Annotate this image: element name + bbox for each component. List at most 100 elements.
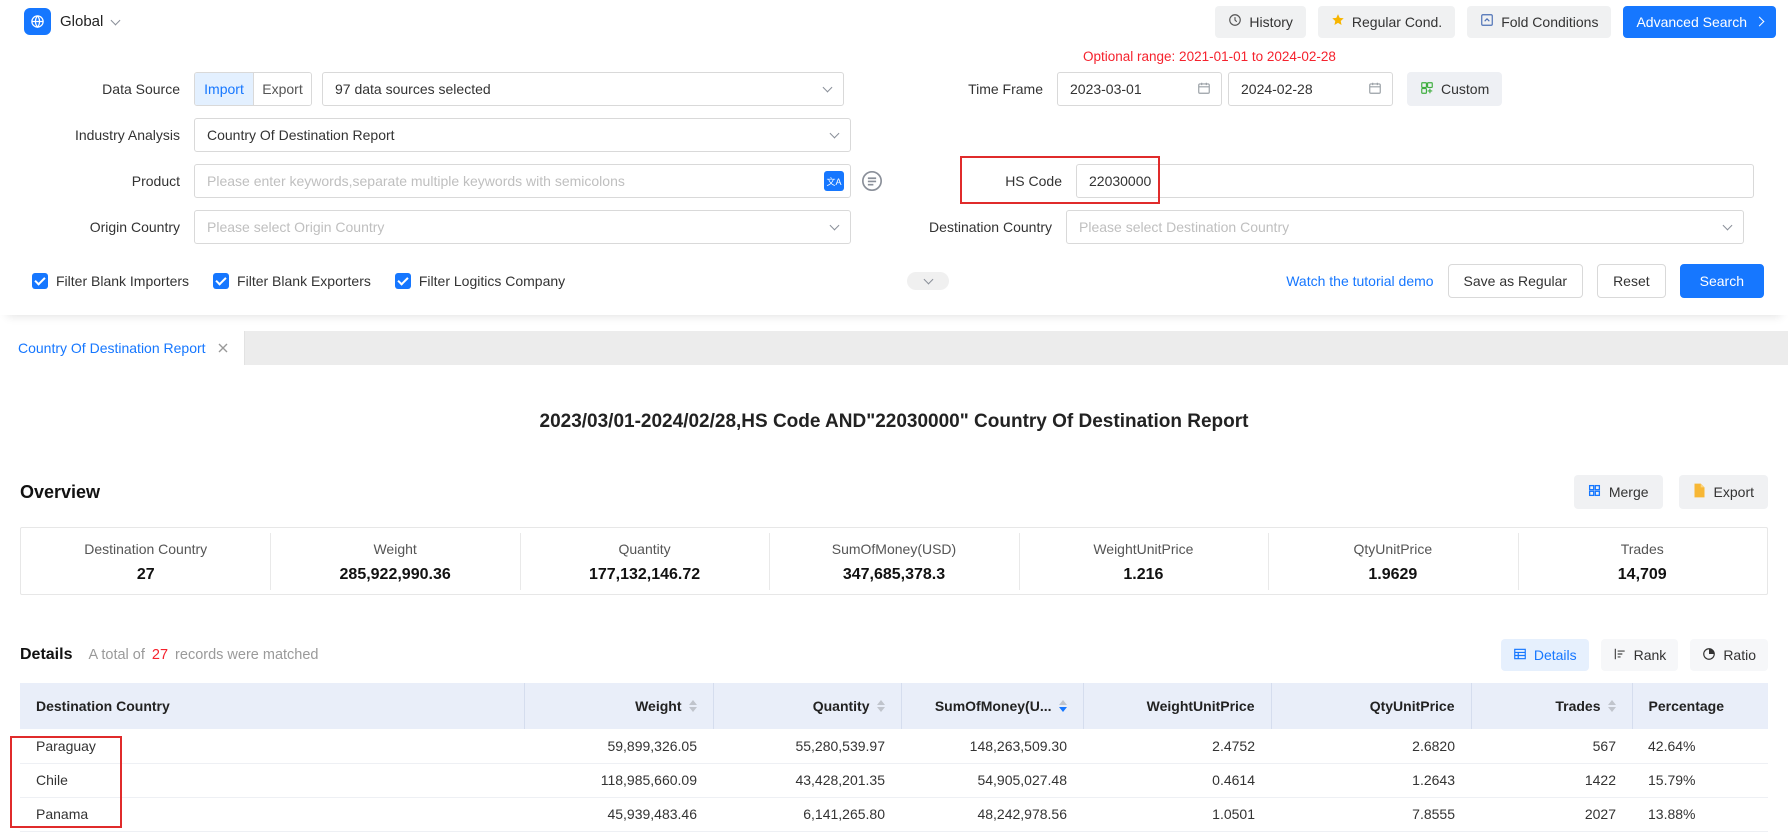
details-table: Destination Country Weight Quantity SumO… — [20, 683, 1768, 832]
filter-blank-exporters-checkbox[interactable]: Filter Blank Exporters — [213, 273, 371, 289]
app-logo-icon — [24, 8, 51, 35]
data-source-label: Data Source — [24, 81, 194, 97]
cell-sum-of-money: 54,905,027.48 — [901, 763, 1083, 797]
search-button[interactable]: Search — [1680, 264, 1764, 298]
save-as-regular-button[interactable]: Save as Regular — [1448, 264, 1584, 298]
stat-label: Trades — [1518, 541, 1767, 557]
total-suffix: records were matched — [175, 647, 318, 663]
close-icon[interactable] — [218, 343, 228, 353]
cell-weight: 59,899,326.05 — [524, 729, 713, 763]
col-weight-sortable[interactable]: Weight — [524, 683, 713, 729]
checkbox-checked-icon — [395, 273, 411, 289]
view-details-label: Details — [1534, 647, 1577, 663]
product-input[interactable] — [194, 164, 851, 198]
table-row[interactable]: Paraguay 59,899,326.05 55,280,539.97 148… — [20, 729, 1768, 763]
cell-quantity: 55,280,539.97 — [713, 729, 901, 763]
date-start-value: 2023-03-01 — [1070, 81, 1142, 97]
col-sum-of-money-sortable[interactable]: SumOfMoney(U... — [901, 683, 1083, 729]
fold-conditions-button[interactable]: Fold Conditions — [1467, 6, 1611, 38]
cell-country: Panama — [20, 797, 524, 831]
tab-country-of-destination-report[interactable]: Country Of Destination Report — [0, 331, 245, 365]
cell-sum-of-money: 48,242,978.56 — [901, 797, 1083, 831]
details-header: Details A total of27records were matched… — [20, 639, 1768, 671]
circled-menu-icon[interactable] — [861, 170, 883, 192]
topbar-actions: History Regular Cond. Fold Conditions Ad… — [1215, 6, 1776, 38]
filter-blank-exporters-label: Filter Blank Exporters — [237, 273, 371, 289]
report-title: 2023/03/01-2024/02/28,HS Code AND"220300… — [20, 411, 1768, 433]
date-start-input[interactable]: 2023-03-01 — [1057, 72, 1222, 106]
stat-value: 27 — [21, 566, 270, 584]
view-ratio-button[interactable]: Ratio — [1690, 639, 1768, 671]
star-icon — [1331, 13, 1345, 30]
cell-country: Paraguay — [20, 729, 524, 763]
fold-conditions-label: Fold Conditions — [1501, 14, 1598, 30]
date-end-input[interactable]: 2024-02-28 — [1228, 72, 1393, 106]
cell-weight: 118,985,660.09 — [524, 763, 713, 797]
stat-label: QtyUnitPrice — [1268, 541, 1517, 557]
time-frame-label: Time Frame — [844, 81, 1057, 97]
region-selector[interactable]: Global — [24, 8, 119, 35]
destination-country-select[interactable]: Please select Destination Country — [1066, 210, 1744, 244]
tab-label: Country Of Destination Report — [18, 340, 206, 356]
export-button[interactable]: Export — [1679, 475, 1768, 509]
total-count: 27 — [152, 647, 168, 663]
col-quantity-sortable[interactable]: Quantity — [713, 683, 901, 729]
translate-icon[interactable]: 文A — [824, 171, 844, 191]
col-destination-country: Destination Country — [20, 683, 524, 729]
history-button[interactable]: History — [1215, 6, 1306, 38]
cell-country: Chile — [20, 763, 524, 797]
form-row-industry: Industry Analysis Country Of Destination… — [24, 117, 1764, 153]
form-actions: Watch the tutorial demo Save as Regular … — [1286, 264, 1764, 298]
collapse-form-button[interactable] — [907, 272, 949, 290]
cell-qty-unit-price: 7.8555 — [1271, 797, 1471, 831]
industry-analysis-select[interactable]: Country Of Destination Report — [194, 118, 851, 152]
details-count-text: A total of27records were matched — [88, 647, 318, 663]
view-rank-button[interactable]: Rank — [1601, 639, 1679, 671]
reset-button[interactable]: Reset — [1597, 264, 1666, 298]
data-source-select[interactable]: 97 data sources selected — [322, 72, 844, 106]
column-label: SumOfMoney(U... — [935, 698, 1052, 714]
cell-weight-unit-price: 1.0501 — [1083, 797, 1271, 831]
stat-quantity: Quantity 177,132,146.72 — [520, 539, 769, 584]
column-label: Destination Country — [36, 698, 170, 714]
table-row[interactable]: Chile 118,985,660.09 43,428,201.35 54,90… — [20, 763, 1768, 797]
origin-country-select[interactable]: Please select Origin Country — [194, 210, 851, 244]
cell-qty-unit-price: 1.2643 — [1271, 763, 1471, 797]
col-trades-sortable[interactable]: Trades — [1471, 683, 1632, 729]
cell-quantity: 43,428,201.35 — [713, 763, 901, 797]
advanced-search-button[interactable]: Advanced Search — [1623, 6, 1776, 38]
filter-blank-importers-checkbox[interactable]: Filter Blank Importers — [32, 273, 189, 289]
column-label: Weight — [635, 698, 681, 714]
stat-value: 285,922,990.36 — [270, 566, 519, 584]
data-source-value: 97 data sources selected — [335, 81, 824, 97]
filter-logistics-company-checkbox[interactable]: Filter Logitics Company — [395, 273, 565, 289]
table-row[interactable]: Panama 45,939,483.46 6,141,265.80 48,242… — [20, 797, 1768, 831]
regular-cond-button[interactable]: Regular Cond. — [1318, 6, 1455, 38]
col-qty-unit-price: QtyUnitPrice — [1271, 683, 1471, 729]
custom-range-button[interactable]: Custom — [1407, 72, 1502, 106]
stat-weight-unit-price: WeightUnitPrice 1.216 — [1019, 539, 1268, 584]
stat-label: Quantity — [520, 541, 769, 557]
destination-country-placeholder: Please select Destination Country — [1079, 219, 1724, 235]
chevron-right-icon — [1755, 17, 1765, 27]
cell-sum-of-money: 148,263,509.30 — [901, 729, 1083, 763]
cell-quantity: 6,141,265.80 — [713, 797, 901, 831]
table-icon — [1513, 647, 1527, 664]
hs-code-input[interactable] — [1076, 164, 1754, 198]
chevron-down-icon — [111, 15, 121, 25]
export-toggle[interactable]: Export — [253, 73, 311, 105]
tutorial-demo-link[interactable]: Watch the tutorial demo — [1286, 273, 1433, 289]
hs-code-label: HS Code — [883, 173, 1076, 189]
form-row-data-source: Data Source Import Export 97 data source… — [24, 71, 1764, 107]
search-form: Optional range: 2021-01-01 to 2024-02-28… — [0, 43, 1788, 315]
export-file-icon — [1693, 483, 1706, 501]
rank-bars-icon — [1613, 647, 1627, 664]
view-details-button[interactable]: Details — [1501, 639, 1589, 671]
sort-icon — [1608, 700, 1616, 712]
import-toggle[interactable]: Import — [195, 73, 253, 105]
overview-actions: Merge Export — [1574, 475, 1768, 509]
merge-button[interactable]: Merge — [1574, 475, 1663, 509]
cell-trades: 567 — [1471, 729, 1632, 763]
stat-label: Weight — [270, 541, 519, 557]
chevron-down-icon — [830, 221, 840, 231]
